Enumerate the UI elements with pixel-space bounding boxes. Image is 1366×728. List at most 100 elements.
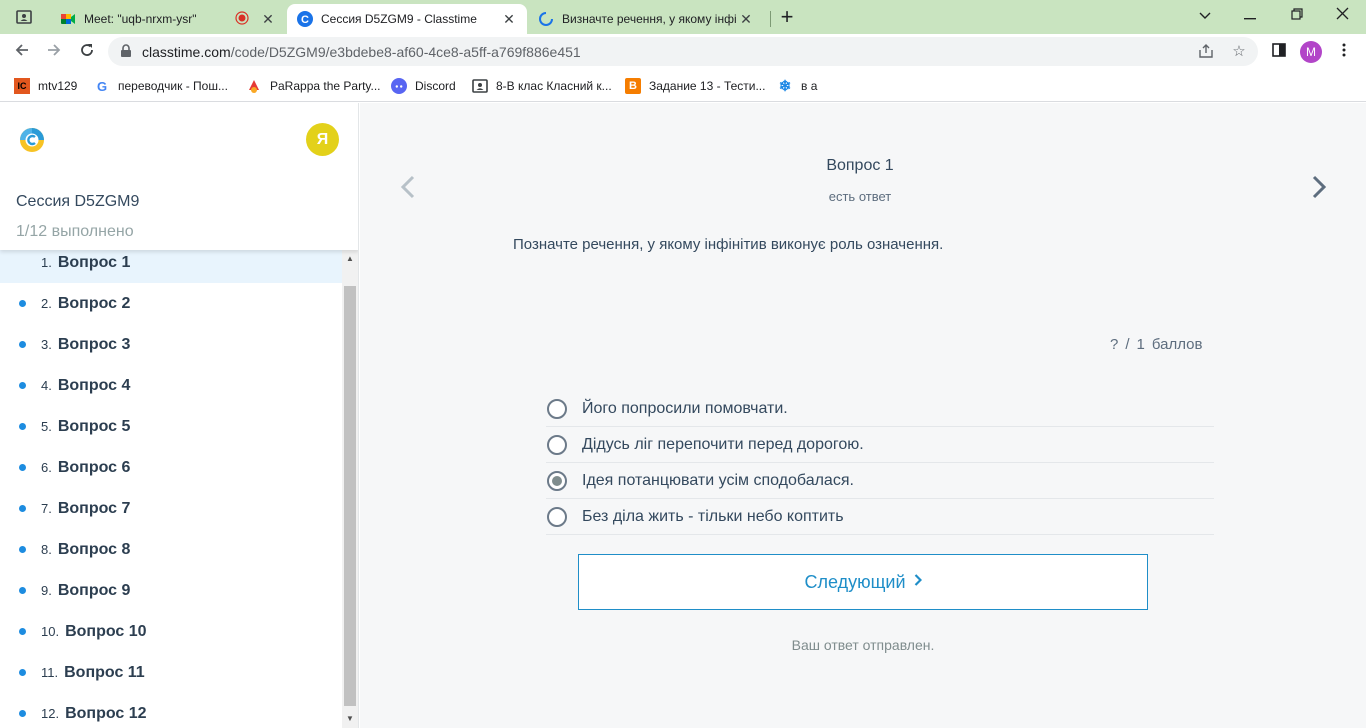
answer-option-3[interactable]: Ідея потанцювати усім сподобалася.	[546, 463, 1214, 499]
question-number: 3.	[41, 337, 52, 352]
answer-option-4[interactable]: Без діла жить - тільки небо коптить	[546, 499, 1214, 535]
tab-loading[interactable]: Визначте речення, у якому інфі ✕	[528, 4, 764, 34]
parappa-icon	[246, 78, 262, 94]
question-heading: Вопрос 1	[826, 157, 894, 174]
google-meet-icon	[60, 11, 76, 27]
score-earned: ?	[1110, 336, 1119, 353]
tab-meet[interactable]: Meet: "uqb-nrxm-ysr" ✕	[50, 4, 286, 34]
window-close-icon[interactable]	[1330, 4, 1354, 26]
next-button-label: Следующий	[804, 571, 906, 592]
google-icon: G	[96, 78, 108, 94]
kebab-menu-icon[interactable]	[1334, 42, 1354, 62]
question-number: 10.	[41, 624, 60, 639]
question-list: 1. Вопрос 1 2. Вопрос 2 3. Вопрос 3 4. В…	[0, 242, 342, 728]
question-label: Вопрос 12	[65, 704, 147, 722]
tab-classtime[interactable]: C Сессия D5ZGM9 - Classtime ✕	[287, 4, 527, 34]
bookmarks-bar: IC mtv129 G переводчик - Пош... PaRappa …	[0, 70, 1366, 102]
address-bar[interactable]: classtime.com/code/D5ZGM9/e3bdebe8-af60-…	[108, 37, 1258, 66]
question-item-9[interactable]: 9. Вопрос 9	[0, 570, 342, 611]
question-number: 9.	[41, 583, 52, 598]
share-icon[interactable]	[1197, 43, 1215, 61]
answer-option-2[interactable]: Дідусь ліг перепочити перед дорогою.	[546, 427, 1214, 463]
sidebar: Я Сессия D5ZGM9 1/12 выполнено 1. Вопрос…	[0, 103, 359, 728]
tab-list-chevron-icon[interactable]	[1193, 4, 1217, 26]
question-label: Вопрос 11	[64, 663, 145, 681]
question-number: 2.	[41, 296, 52, 311]
reload-icon[interactable]	[75, 40, 99, 64]
bookmark-task13[interactable]: B Задание 13 - Тести...	[625, 77, 765, 95]
question-number: 4.	[41, 378, 52, 393]
score-total: 1	[1136, 336, 1145, 353]
back-arrow-icon[interactable]	[10, 40, 34, 64]
answer-option-label: Дідусь ліг перепочити перед дорогою.	[582, 435, 864, 453]
question-label: Вопрос 7	[57, 499, 131, 517]
scrollbar-thumb[interactable]	[344, 286, 356, 706]
bookmark-class[interactable]: 8-В клас Класний к...	[472, 77, 612, 95]
new-tab-button[interactable]: +	[777, 6, 797, 28]
question-item-8[interactable]: 8. Вопрос 8	[0, 529, 342, 570]
radio-button-selected[interactable]	[547, 470, 567, 491]
question-item-10[interactable]: 10. Вопрос 10	[0, 611, 342, 652]
tab-strip: Meet: "uqb-nrxm-ysr" ✕ C Сессия D5ZGM9 -…	[0, 0, 1366, 34]
question-dot	[19, 464, 26, 471]
question-label: Вопрос 4	[57, 376, 131, 394]
radio-button[interactable]	[547, 398, 567, 419]
profile-avatar[interactable]: M	[1300, 41, 1322, 63]
side-panel-icon[interactable]	[1269, 42, 1289, 62]
classtime-logo-icon[interactable]	[19, 127, 45, 153]
tab-title: Визначте речення, у якому інфі	[562, 12, 737, 26]
question-dot	[19, 628, 26, 635]
restore-icon[interactable]	[1285, 4, 1309, 26]
close-icon[interactable]: ✕	[738, 11, 754, 27]
answer-option-label: Ідея потанцювати усім сподобалася.	[582, 471, 854, 489]
question-item-11[interactable]: 11. Вопрос 11	[0, 652, 342, 693]
question-item-12[interactable]: 12. Вопрос 12	[0, 693, 342, 728]
radio-button[interactable]	[547, 434, 567, 455]
close-icon[interactable]: ✕	[501, 11, 517, 27]
bookmark-parappa[interactable]: PaRappa the Party...	[246, 77, 381, 95]
question-label: Вопрос 9	[57, 581, 131, 599]
question-item-5[interactable]: 5. Вопрос 5	[0, 406, 342, 447]
bookmark-discord[interactable]: Discord	[391, 77, 456, 95]
question-item-2[interactable]: 2. Вопрос 2	[0, 283, 342, 324]
blogger-icon: B	[625, 78, 641, 94]
question-text: Позначте речення, у якому інфінітив вико…	[513, 236, 944, 253]
user-avatar[interactable]: Я	[306, 123, 339, 156]
question-label: Вопрос 5	[57, 417, 131, 435]
question-dot	[19, 587, 26, 594]
question-dot	[19, 382, 26, 389]
question-dot	[19, 669, 26, 676]
sidebar-scrollbar[interactable]: ▲ ▼	[342, 250, 358, 728]
session-progress: 1/12 выполнено	[16, 223, 134, 240]
tab-title: Meet: "uqb-nrxm-ysr"	[84, 12, 197, 26]
bookmark-translator[interactable]: G переводчик - Пош...	[94, 77, 228, 95]
bookmark-va[interactable]: ❄ в а	[777, 77, 818, 95]
discord-icon	[391, 78, 407, 94]
answer-option-1[interactable]: Його попросили помовчати.	[546, 391, 1214, 427]
question-number: 12.	[41, 706, 60, 721]
forward-arrow-icon[interactable]	[42, 40, 66, 64]
question-number: 8.	[41, 542, 52, 557]
question-label: Вопрос 8	[57, 540, 131, 558]
answer-option-label: Його попросили помовчати.	[582, 399, 788, 417]
lock-icon[interactable]	[120, 44, 132, 63]
tab-separator	[770, 11, 771, 27]
radio-button[interactable]	[547, 506, 567, 527]
minimize-icon[interactable]	[1238, 4, 1262, 26]
snowflake-icon: ❄	[778, 78, 792, 95]
question-item-4[interactable]: 4. Вопрос 4	[0, 365, 342, 406]
bookmark-star-icon[interactable]: ☆	[1230, 43, 1248, 61]
question-dot	[19, 546, 26, 553]
scroll-up-arrow-icon[interactable]: ▲	[342, 252, 358, 266]
close-icon[interactable]: ✕	[260, 11, 276, 27]
tab-search-icon[interactable]	[14, 8, 34, 26]
tab-title: Сессия D5ZGM9 - Classtime	[321, 12, 477, 26]
bookmark-mtv129[interactable]: IC mtv129	[14, 77, 77, 95]
scroll-down-arrow-icon[interactable]: ▼	[342, 712, 358, 726]
next-button[interactable]: Следующий	[578, 554, 1148, 610]
question-item-6[interactable]: 6. Вопрос 6	[0, 447, 342, 488]
question-label: Вопрос 3	[57, 335, 131, 353]
classtime-icon: C	[297, 11, 313, 27]
question-item-7[interactable]: 7. Вопрос 7	[0, 488, 342, 529]
question-item-3[interactable]: 3. Вопрос 3	[0, 324, 342, 365]
